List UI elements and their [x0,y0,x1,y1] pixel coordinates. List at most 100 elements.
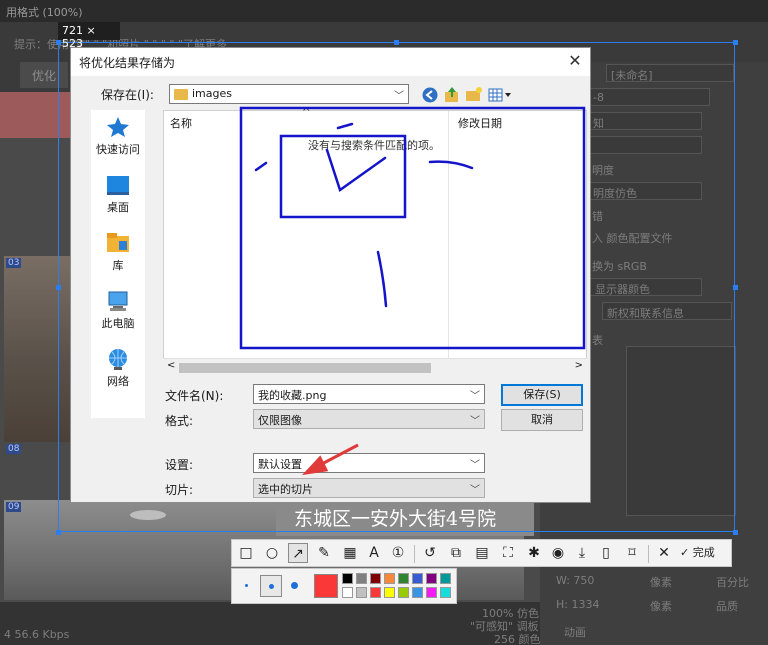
slice-id: 08 [6,444,22,454]
save-button[interactable]: 保存(S) [501,384,583,406]
nav-library[interactable]: 库 [91,232,145,273]
arrow-tool-icon[interactable]: ↗ [288,543,308,563]
settings-value: 默认设置 [258,458,302,471]
format-value: 仅限图像 [258,414,302,427]
nav-this-pc[interactable]: 此电脑 [91,290,145,331]
record-icon[interactable]: ◉ [548,543,568,563]
close-icon[interactable]: ✕ [566,52,584,70]
settings-select[interactable]: 默认设置 ﹀ [253,453,485,473]
save-in-label: 保存在(I): [101,88,154,102]
bandwidth-label: 4 56.6 Kbps [4,628,70,641]
color-swatch[interactable] [356,573,367,584]
horizontal-scrollbar[interactable]: < > [163,358,587,376]
filename-input[interactable]: 我的收藏.png ﹀ [253,384,485,404]
color-swatch[interactable] [412,587,423,598]
nav-network[interactable]: 网络 [91,348,145,389]
cancel-button[interactable]: 取消 [501,409,583,431]
bookmark-icon[interactable]: ⌑ [622,543,642,563]
resize-handle[interactable] [733,40,738,45]
check-icon: ✓ [680,546,693,559]
size-large-button[interactable] [284,575,306,597]
resize-handle[interactable] [394,40,399,45]
column-header-modified[interactable]: 修改日期 [458,115,502,131]
done-label: 完成 [692,546,715,559]
color-swatch[interactable] [370,573,381,584]
nav-desktop[interactable]: 桌面 [91,174,145,215]
mosaic-tool-icon[interactable]: ▦ [340,543,360,563]
status-line: 256 颜色 [494,633,541,645]
color-swatch[interactable] [370,587,381,598]
dialog-title: 将优化结果存储为 [71,48,590,76]
pen-tool-icon[interactable]: ✎ [314,543,334,563]
color-swatch[interactable] [342,573,353,584]
unit-label: 像素 [650,600,672,613]
slices-select[interactable]: 选中的切片 ﹀ [253,478,485,498]
size-medium-button[interactable] [260,575,282,597]
filename-value: 我的收藏.png [258,389,327,402]
color-swatch[interactable] [426,573,437,584]
cancel-capture-icon[interactable]: ✕ [654,543,674,563]
column-divider[interactable] [448,111,449,375]
file-list[interactable]: 名称 修改日期 ^ 没有与搜索条件匹配的项。 [163,107,587,376]
unit-label: 像素 [650,576,672,589]
chevron-down-icon[interactable]: ﹀ [470,387,480,402]
color-swatch[interactable] [440,573,451,584]
undo-icon[interactable]: ↺ [420,543,440,563]
up-folder-icon[interactable] [443,86,461,104]
desktop-icon [107,176,129,195]
current-color-swatch[interactable] [314,574,338,598]
format-select[interactable]: 仅限图像 ﹀ [253,409,485,429]
resize-handle[interactable] [733,285,738,290]
done-button[interactable]: ✓ 完成 [680,543,730,563]
format-label: 格式: [165,414,194,428]
rectangle-tool-icon[interactable]: □ [236,543,256,563]
capture-toolbar: □ ○ ↗ ✎ ▦ A ① ↺ ⧉ ▤ ⛶ ✱ ◉ ⤓ ▯ ⌑ ✕ ✓ 完成 [231,539,732,567]
translate-icon[interactable]: ⛶ [498,543,518,563]
ellipse-tool-icon[interactable]: ○ [262,543,282,563]
chevron-down-icon: ﹀ [394,91,404,102]
color-swatch[interactable] [426,587,437,598]
resize-handle[interactable] [56,285,61,290]
color-swatch[interactable] [342,587,353,598]
back-icon[interactable] [421,86,439,104]
pin-icon[interactable]: ✱ [524,543,544,563]
resize-handle[interactable] [56,40,61,45]
size-small-button[interactable] [236,575,258,597]
scroll-right-icon[interactable]: > [575,360,583,371]
quality-label: 品质 [716,600,738,613]
nav-quick-access[interactable]: 快速访问 [91,116,145,157]
color-swatch[interactable] [384,573,395,584]
number-tool-icon[interactable]: ① [388,543,408,563]
scroll-left-icon[interactable]: < [167,360,175,371]
resize-handle[interactable] [56,530,61,535]
save-in-select[interactable]: images ﹀ [169,84,409,104]
color-swatch[interactable] [384,587,395,598]
nav-label: 库 [112,259,124,272]
slices-label: 切片: [165,483,194,497]
library-icon [107,233,129,252]
star-icon [107,117,129,137]
view-menu-icon[interactable] [487,86,513,104]
nav-label: 此电脑 [101,317,135,330]
color-swatch[interactable] [412,573,423,584]
resize-handle[interactable] [733,530,738,535]
network-icon [109,349,127,370]
background-bottom-bar [0,602,540,645]
color-swatch[interactable] [398,573,409,584]
style-toolbar [231,568,457,604]
ocr-icon[interactable]: ▤ [472,543,492,563]
nav-label: 快速访问 [96,143,140,156]
color-swatch[interactable] [440,587,451,598]
text-tool-icon[interactable]: A [364,543,384,563]
download-icon[interactable]: ⤓ [572,543,592,563]
color-swatch[interactable] [398,587,409,598]
computer-icon [108,291,128,311]
new-folder-icon[interactable] [465,86,483,104]
save-file-icon[interactable]: ▯ [596,543,616,563]
color-swatch[interactable] [356,587,367,598]
column-header-name[interactable]: 名称 [170,115,192,131]
toolbar-divider [648,545,649,563]
scroll-thumb[interactable] [179,363,431,373]
pin-image-icon[interactable]: ⧉ [446,543,466,563]
width-field: W: 750 [556,574,595,587]
